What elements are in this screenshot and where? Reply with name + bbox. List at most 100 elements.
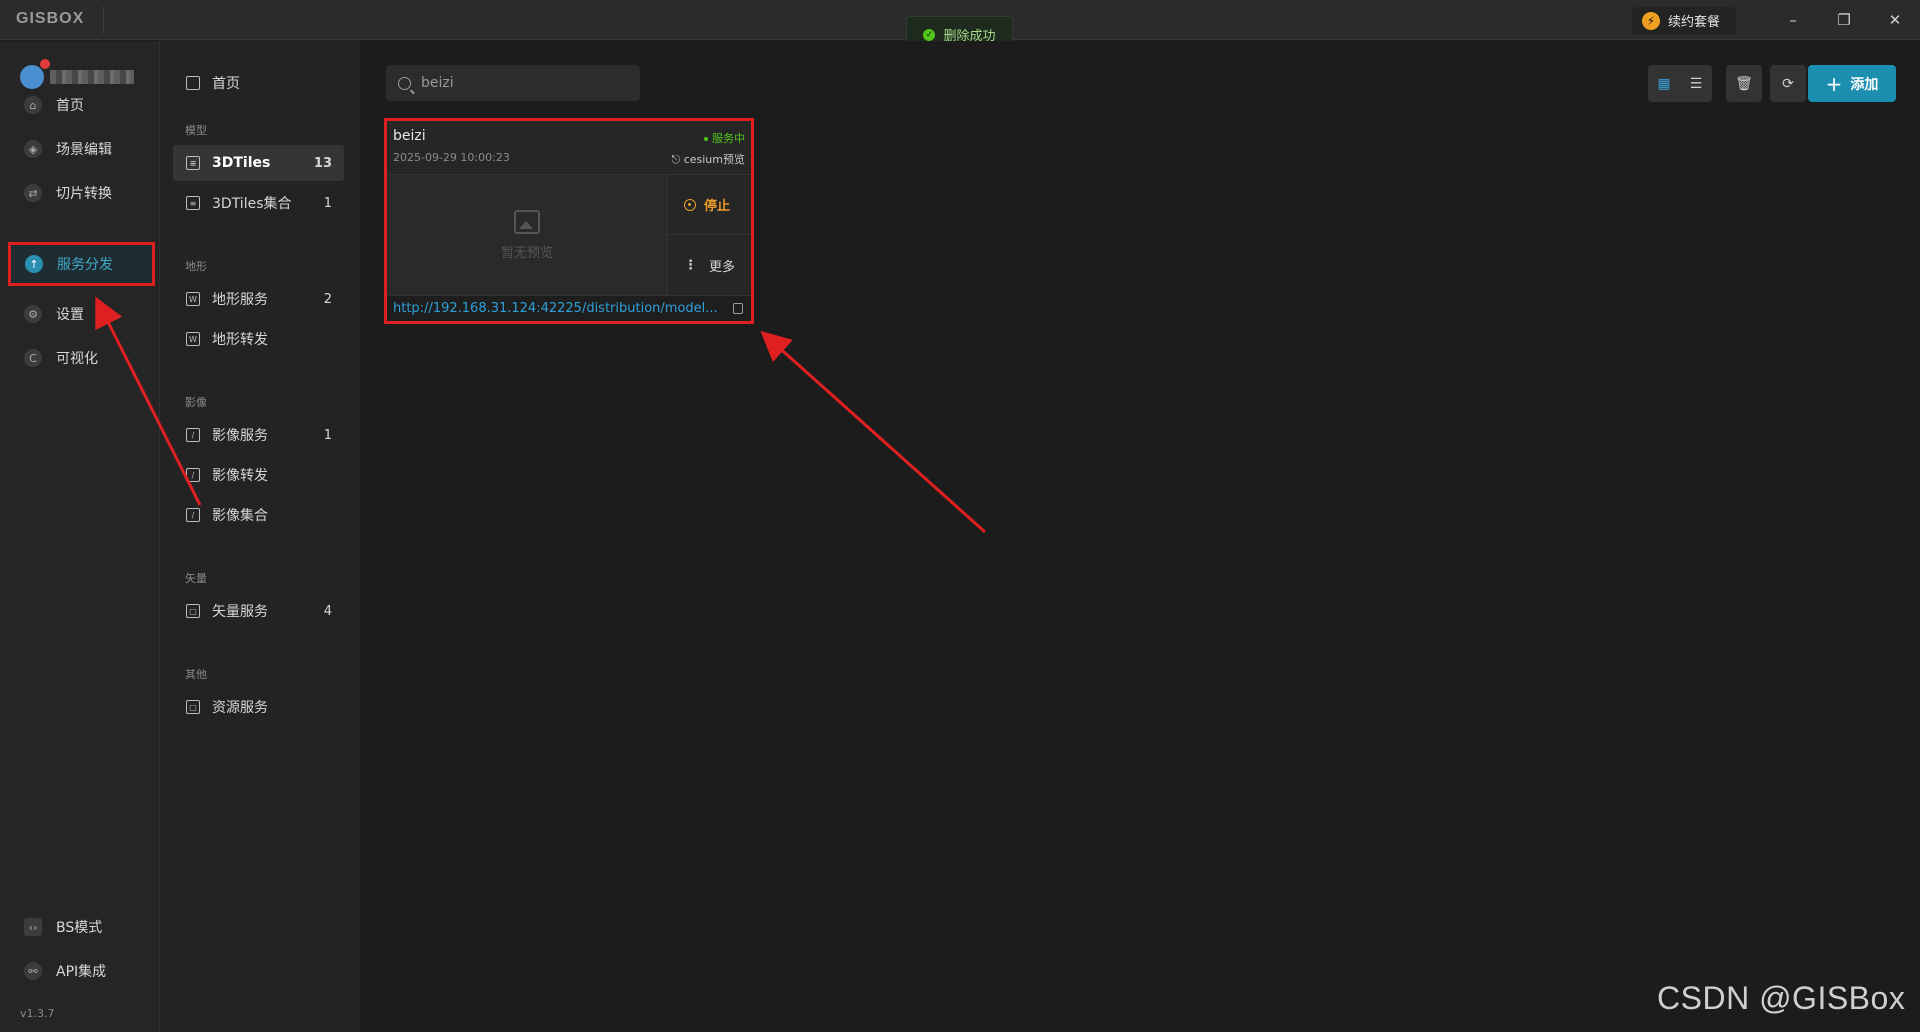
cube-icon: ◈ bbox=[24, 140, 42, 158]
divider bbox=[103, 6, 104, 34]
subnav-item-label: 资源服务 bbox=[212, 700, 268, 716]
nav-item-label: 场景编辑 bbox=[56, 142, 112, 158]
service-category-nav: 首页 模型 ≡ 3DTiles 13 ≡ 3DTiles集合 1 地形 W 地形… bbox=[160, 41, 360, 1032]
nav-item-settings[interactable]: ⚙ 设置 bbox=[10, 294, 152, 334]
refresh-icon: ⟳ bbox=[1782, 75, 1794, 92]
renew-plan-button[interactable]: ⚡ 续约套餐 bbox=[1632, 7, 1736, 34]
nav-item-api[interactable]: ⚯ API集成 bbox=[10, 951, 152, 991]
item-count: 13 bbox=[313, 155, 332, 171]
nav-item-home[interactable]: ⌂ 首页 bbox=[10, 85, 152, 125]
subnav-item-label: 地形服务 bbox=[212, 292, 268, 308]
subnav-item-3dtiles-collection[interactable]: ≡ 3DTiles集合 1 bbox=[173, 185, 344, 221]
more-icon: ⋮ bbox=[684, 257, 697, 273]
more-label: 更多 bbox=[709, 259, 736, 275]
terrain-forward-icon: W bbox=[186, 332, 200, 346]
upload-cloud-icon: ↑ bbox=[25, 255, 43, 273]
more-button[interactable]: ⋮ 更多 bbox=[668, 235, 751, 295]
nav-item-label: 设置 bbox=[56, 307, 84, 323]
convert-icon: ⇄ bbox=[24, 184, 42, 202]
group-title-model: 模型 bbox=[185, 124, 207, 137]
gear-icon: ⚙ bbox=[24, 305, 42, 323]
terrain-icon: W bbox=[186, 292, 200, 306]
subnav-item-home[interactable]: 首页 bbox=[173, 65, 344, 101]
no-preview-text: 暂无预览 bbox=[500, 245, 553, 261]
group-title-terrain: 地形 bbox=[185, 260, 207, 273]
service-url[interactable]: http://192.168.31.124:42225/distribution… bbox=[393, 301, 718, 316]
search-box[interactable] bbox=[386, 65, 640, 101]
home-icon: ⌂ bbox=[24, 96, 42, 114]
group-title-other: 其他 bbox=[185, 668, 207, 681]
subnav-item-imagery-service[interactable]: / 影像服务 1 bbox=[173, 417, 344, 453]
plus-icon: + bbox=[1825, 71, 1843, 96]
subnav-item-label: 3DTiles集合 bbox=[212, 196, 292, 212]
subnav-item-terrain-service[interactable]: W 地形服务 2 bbox=[173, 281, 344, 317]
group-title-vector: 矢量 bbox=[185, 572, 207, 585]
nav-item-label: 可视化 bbox=[56, 351, 98, 367]
subnav-item-label: 影像转发 bbox=[212, 468, 268, 484]
resource-icon: □ bbox=[186, 700, 200, 714]
restore-button[interactable]: ❐ bbox=[1829, 8, 1859, 32]
subnav-item-terrain-forward[interactable]: W 地形转发 bbox=[173, 321, 344, 357]
cesium-preview-label: cesium预览 bbox=[683, 153, 745, 166]
service-title: beizi bbox=[393, 128, 426, 144]
nav-item-service-distribution[interactable]: ↑ 服务分发 bbox=[8, 242, 155, 286]
paperclip-icon: ⎋ bbox=[671, 153, 684, 166]
view-toggle: ▦ ☰ bbox=[1648, 65, 1712, 102]
main-sidebar: ⌂ 首页 ◈ 场景编辑 ⇄ 切片转换 ↑ 服务分发 ⚙ 设置 C 可视化 ‹› … bbox=[0, 41, 160, 1032]
grid-view-icon[interactable]: ▦ bbox=[1648, 65, 1680, 102]
bolt-icon: ⚡ bbox=[1642, 11, 1660, 30]
subnav-item-resource-service[interactable]: □ 资源服务 bbox=[173, 689, 344, 725]
stop-button[interactable]: 停止 bbox=[668, 175, 751, 235]
nav-item-visualization[interactable]: C 可视化 bbox=[10, 338, 152, 378]
item-count: 4 bbox=[323, 603, 332, 619]
subnav-item-label: 地形转发 bbox=[212, 332, 268, 348]
trash-icon: 🗑 bbox=[1735, 75, 1753, 92]
refresh-button[interactable]: ⟳ bbox=[1770, 65, 1806, 102]
card-actions: 停止 ⋮ 更多 bbox=[667, 174, 751, 295]
document-icon: ≡ bbox=[186, 196, 200, 210]
subnav-item-label: 首页 bbox=[212, 76, 240, 92]
subnav-item-label: 3DTiles bbox=[212, 155, 271, 171]
nav-item-label: BS模式 bbox=[56, 920, 103, 936]
service-date: 2025-09-29 10:00:23 bbox=[393, 151, 510, 164]
main-content: ▦ ☰ 🗑 ⟳ + 添加 beizi 服务中 2025-09-29 10:00:… bbox=[360, 41, 1920, 1032]
stop-icon bbox=[684, 198, 696, 211]
cesium-preview-link[interactable]: ⎋ cesium预览 bbox=[672, 151, 746, 167]
subnav-item-label: 影像服务 bbox=[212, 428, 268, 444]
add-button[interactable]: + 添加 bbox=[1808, 65, 1896, 102]
username-obscured bbox=[50, 70, 134, 84]
search-icon bbox=[398, 76, 411, 90]
search-input[interactable] bbox=[421, 75, 621, 91]
watermark: CSDN @GISBox bbox=[1657, 980, 1906, 1016]
check-circle-icon: ✓ bbox=[923, 28, 936, 41]
code-icon: ‹› bbox=[24, 918, 42, 936]
preview-area: 暂无预览 bbox=[387, 174, 667, 295]
delete-button[interactable]: 🗑 bbox=[1726, 65, 1762, 102]
subnav-item-vector-service[interactable]: □ 矢量服务 4 bbox=[173, 593, 344, 629]
subnav-item-label: 影像集合 bbox=[212, 508, 268, 524]
minimize-button[interactable]: – bbox=[1778, 8, 1808, 32]
renew-plan-label: 续约套餐 bbox=[1668, 15, 1721, 30]
vector-icon: □ bbox=[186, 604, 200, 618]
subnav-item-3dtiles[interactable]: ≡ 3DTiles 13 bbox=[173, 145, 344, 181]
service-card[interactable]: beizi 服务中 2025-09-29 10:00:23 ⎋ cesium预览… bbox=[384, 118, 754, 324]
list-view-icon[interactable]: ☰ bbox=[1680, 65, 1712, 102]
app-version: v1.3.7 bbox=[20, 1007, 55, 1020]
add-button-label: 添加 bbox=[1850, 76, 1879, 93]
subnav-item-imagery-collection[interactable]: / 影像集合 bbox=[173, 497, 344, 533]
nav-item-bs-mode[interactable]: ‹› BS模式 bbox=[10, 907, 152, 947]
document-icon: ≡ bbox=[186, 156, 200, 170]
item-count: 1 bbox=[323, 195, 332, 211]
chart-icon: C bbox=[24, 349, 42, 367]
nav-item-scene-edit[interactable]: ◈ 场景编辑 bbox=[10, 129, 152, 169]
subnav-item-imagery-forward[interactable]: / 影像转发 bbox=[173, 457, 344, 493]
close-button[interactable]: ✕ bbox=[1880, 8, 1910, 32]
app-logo: GISBOX bbox=[16, 10, 85, 27]
subnav-item-label: 矢量服务 bbox=[212, 604, 268, 620]
image-forward-icon: / bbox=[186, 468, 200, 482]
nav-item-label: 切片转换 bbox=[56, 186, 112, 202]
nav-item-label: 首页 bbox=[56, 98, 84, 114]
home-icon bbox=[186, 76, 200, 90]
nav-item-tile-convert[interactable]: ⇄ 切片转换 bbox=[10, 173, 152, 213]
copy-icon[interactable] bbox=[733, 303, 743, 314]
